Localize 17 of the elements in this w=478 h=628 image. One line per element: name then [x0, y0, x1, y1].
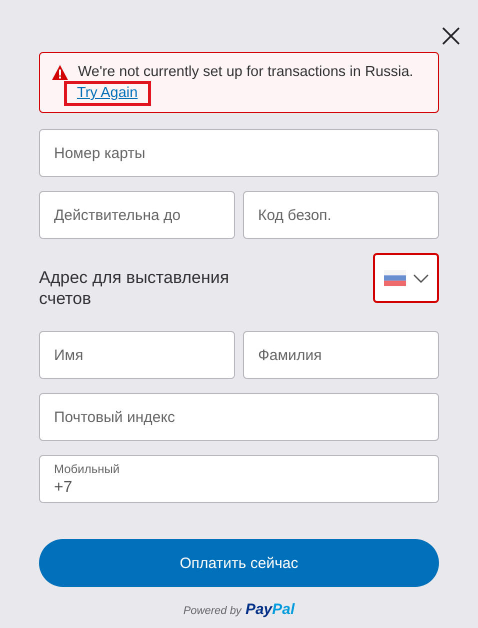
- pay-now-button[interactable]: Оплатить сейчас: [39, 539, 439, 587]
- paypal-logo: PayPal: [245, 601, 295, 618]
- input-field[interactable]: Номер карты: [39, 129, 439, 177]
- section-title: Адрес для выставления счетов: [39, 267, 230, 309]
- try-again-link[interactable]: Try Again: [64, 81, 151, 106]
- input-field[interactable]: Действительна до: [39, 191, 235, 239]
- flag-icon: [384, 270, 406, 286]
- warning-icon: [52, 65, 68, 80]
- powered-by-text: Powered by: [183, 605, 242, 617]
- input-field[interactable]: Почтовый индекс: [39, 393, 439, 441]
- input-field[interactable]: Код безоп.: [243, 191, 439, 239]
- field-label: Мобильный: [54, 462, 120, 476]
- input-field[interactable]: Фамилия: [243, 331, 439, 379]
- chevron-down-icon: [413, 274, 429, 282]
- alert-message: We're not currently set up for transactions in Russia.: [78, 63, 414, 81]
- country-selector[interactable]: [373, 253, 439, 303]
- input-field[interactable]: Имя: [39, 331, 235, 379]
